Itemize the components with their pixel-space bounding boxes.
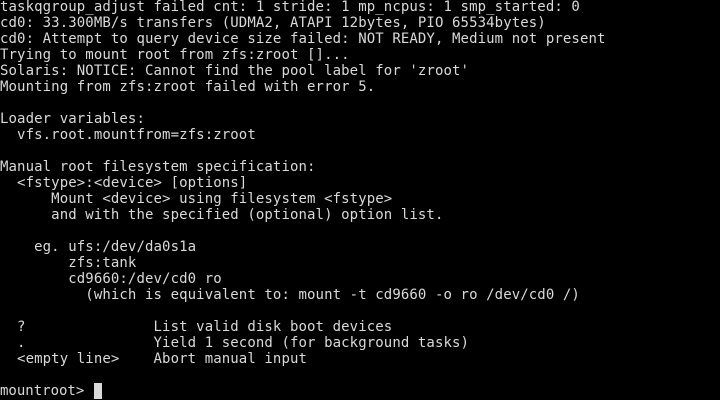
console-line: Manual root filesystem specification: bbox=[0, 159, 316, 175]
console-line: cd0: Attempt to query device size failed… bbox=[0, 31, 606, 47]
console-line: cd0: 33.300MB/s transfers (UDMA2, ATAPI … bbox=[0, 15, 546, 31]
console-screen[interactable]: taskqgroup_adjust failed cnt: 1 stride: … bbox=[0, 0, 720, 400]
console-line: ? List valid disk boot devices bbox=[0, 319, 393, 335]
console-line: Mount <device> using filesystem <fstype> bbox=[0, 191, 393, 207]
console-line: eg. ufs:/dev/da0s1a bbox=[0, 239, 197, 255]
console-line: and with the specified (optional) option… bbox=[0, 207, 444, 223]
console-line: taskqgroup_adjust failed cnt: 1 stride: … bbox=[0, 0, 580, 15]
mountroot-prompt: mountroot> bbox=[0, 383, 93, 399]
console-line: Trying to mount root from zfs:zroot []..… bbox=[0, 47, 350, 63]
console-line: cd9660:/dev/cd0 ro bbox=[0, 271, 222, 287]
text-cursor bbox=[93, 383, 102, 399]
console-line: <fstype>:<device> [options] bbox=[0, 175, 248, 191]
console-line: (which is equivalent to: mount -t cd9660… bbox=[0, 287, 580, 303]
console-line: . Yield 1 second (for background tasks) bbox=[0, 335, 470, 351]
console-line: Loader variables: bbox=[0, 111, 145, 127]
console-line: zfs:tank bbox=[0, 255, 137, 271]
console-line: Mounting from zfs:zroot failed with erro… bbox=[0, 79, 376, 95]
console-line: vfs.root.mountfrom=zfs:zroot bbox=[0, 127, 256, 143]
console-line: Solaris: NOTICE: Cannot find the pool la… bbox=[0, 63, 470, 79]
mountroot-prompt-row[interactable]: mountroot> bbox=[0, 383, 102, 399]
console-line: <empty line> Abort manual input bbox=[0, 351, 308, 367]
